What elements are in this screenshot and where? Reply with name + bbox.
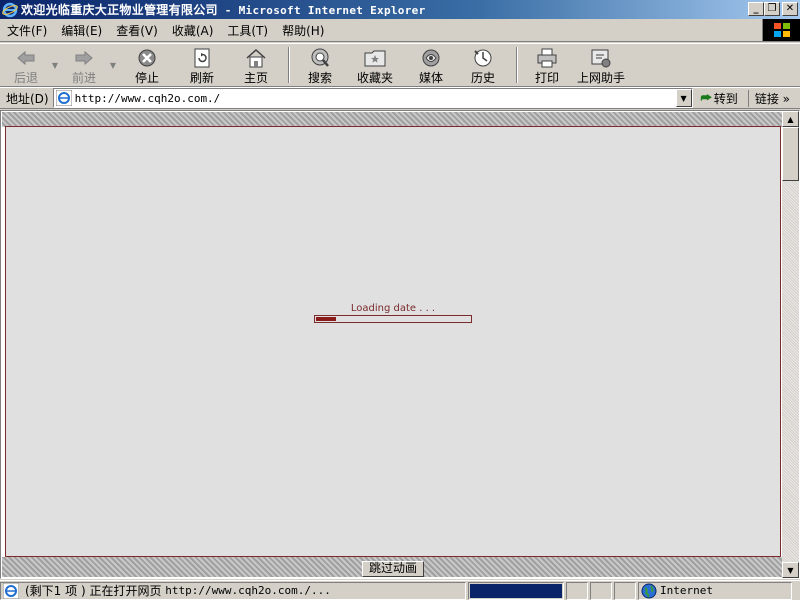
menu-help[interactable]: 帮助(H) (275, 22, 331, 39)
history-icon (471, 47, 495, 68)
loading-progress-bar (314, 315, 472, 323)
status-panel-blank-2 (590, 581, 612, 600)
address-url[interactable]: http://www.cqh2o.com./ (75, 92, 221, 105)
ie-logo-icon (2, 2, 18, 17)
status-panel-blank-1 (566, 581, 588, 600)
forward-button[interactable]: 前进 (62, 44, 106, 86)
menu-tools[interactable]: 工具(T) (220, 22, 275, 39)
browser-viewport: Loading date . . . 跳过动画 ▲ ▼ (0, 110, 800, 579)
window-title: 欢迎光临重庆大正物业管理有限公司 - Microsoft Internet Ex… (21, 1, 426, 18)
links-button[interactable]: 链接 » (747, 89, 790, 107)
loading-text: Loading date . . . (350, 303, 436, 314)
search-button[interactable]: 搜索 (296, 44, 344, 86)
refresh-label: 刷新 (189, 71, 214, 85)
media-button[interactable]: 媒体 (406, 44, 456, 86)
loading-progress-fill (315, 316, 337, 322)
history-label: 历史 (470, 71, 495, 85)
internet-globe-icon (641, 583, 657, 598)
favorites-label: 收藏夹 (356, 71, 393, 85)
forward-arrow-icon (72, 47, 96, 68)
window-title-app: Microsoft Internet Explorer (238, 4, 426, 17)
skip-animation-button[interactable]: 跳过动画 (362, 561, 425, 577)
address-label: 地址(D) (6, 91, 49, 106)
menu-edit[interactable]: 编辑(E) (54, 22, 109, 39)
scroll-down-button[interactable]: ▼ (782, 562, 799, 578)
status-text-panel: (剩下1 项 ) 正在打开网页 http://www.cqh2o.com./..… (0, 581, 466, 600)
security-zone-panel: Internet (638, 581, 792, 600)
print-label: 打印 (534, 71, 559, 85)
home-label: 主页 (243, 71, 268, 85)
title-bar[interactable]: 欢迎光临重庆大正物业管理有限公司 - Microsoft Internet Ex… (0, 0, 800, 19)
address-dropdown-icon[interactable]: ▼ (675, 89, 692, 107)
stop-icon (135, 47, 159, 68)
refresh-button[interactable]: 刷新 (174, 44, 230, 86)
back-dropdown-icon[interactable]: ▼ (48, 44, 62, 86)
address-field[interactable]: http://www.cqh2o.com./ ▼ (52, 88, 693, 108)
page-ie-icon (55, 90, 72, 106)
search-icon (308, 47, 332, 68)
favorites-folder-icon (363, 47, 387, 68)
online-helper-icon (589, 47, 613, 68)
favorites-button[interactable]: 收藏夹 (344, 44, 406, 86)
toolbar-separator (288, 47, 290, 83)
stop-label: 停止 (134, 71, 159, 85)
toolbar-separator (516, 47, 518, 83)
print-button[interactable]: 打印 (524, 44, 570, 86)
back-arrow-icon (14, 47, 38, 68)
close-button[interactable]: ✕ (782, 2, 798, 16)
windows-logo-icon (762, 19, 800, 41)
scroll-thumb[interactable] (782, 127, 799, 181)
status-panel-blank-3 (614, 581, 636, 600)
window-controls: _ ❐ ✕ (748, 2, 798, 16)
scroll-up-button[interactable]: ▲ (782, 111, 799, 127)
address-bar: 地址(D) http://www.cqh2o.com./ ▼ ⮫ 转到 链接 » (0, 87, 800, 109)
search-label: 搜索 (307, 71, 332, 85)
forward-dropdown-icon[interactable]: ▼ (106, 44, 120, 86)
vertical-scrollbar[interactable]: ▲ ▼ (782, 111, 799, 578)
forward-label: 前进 (71, 71, 96, 85)
restore-button[interactable]: ❐ (764, 2, 780, 16)
loading-page-icon (3, 582, 19, 599)
back-button[interactable]: 后退 (4, 44, 48, 86)
stop-button[interactable]: 停止 (120, 44, 174, 86)
printer-icon (535, 47, 559, 68)
status-bar: (剩下1 项 ) 正在打开网页 http://www.cqh2o.com./..… (0, 580, 800, 600)
go-button[interactable]: ⮫ 转到 (701, 90, 738, 107)
status-text: (剩下1 项 ) 正在打开网页 (25, 584, 166, 598)
online-helper-label: 上网助手 (576, 71, 625, 85)
status-progress-bar (468, 581, 564, 600)
flash-intro-stage: Loading date . . . (5, 126, 781, 557)
go-arrow-icon: ⮫ (700, 90, 712, 105)
media-icon (419, 47, 443, 68)
top-hatch-border (2, 112, 782, 127)
minimize-button[interactable]: _ (748, 2, 764, 16)
links-chevron-icon: » (782, 91, 790, 106)
home-icon (244, 47, 268, 68)
history-button[interactable]: 历史 (456, 44, 510, 86)
status-url: http://www.cqh2o.com./... (165, 584, 331, 597)
standard-toolbar: 后退 ▼ 前进 ▼ 停止 刷新 主页 搜索 收藏夹 媒体 历史 打印 上网助手 (0, 43, 800, 87)
refresh-icon (190, 47, 214, 68)
security-zone-label: Internet (660, 584, 713, 597)
window-title-separator: - (217, 4, 239, 17)
online-helper-button[interactable]: 上网助手 (570, 44, 632, 86)
status-progress-fill (470, 583, 562, 598)
menu-bar: 文件(F) 编辑(E) 查看(V) 收藏(A) 工具(T) 帮助(H) (0, 19, 800, 42)
window-title-site: 欢迎光临重庆大正物业管理有限公司 (21, 3, 218, 17)
home-button[interactable]: 主页 (230, 44, 282, 86)
media-label: 媒体 (418, 71, 443, 85)
menu-favorites[interactable]: 收藏(A) (165, 22, 221, 39)
links-label: 链接 (754, 91, 779, 106)
back-label: 后退 (13, 71, 38, 85)
menu-file[interactable]: 文件(F) (0, 22, 54, 39)
menu-view[interactable]: 查看(V) (109, 22, 165, 39)
go-label: 转到 (713, 91, 738, 106)
